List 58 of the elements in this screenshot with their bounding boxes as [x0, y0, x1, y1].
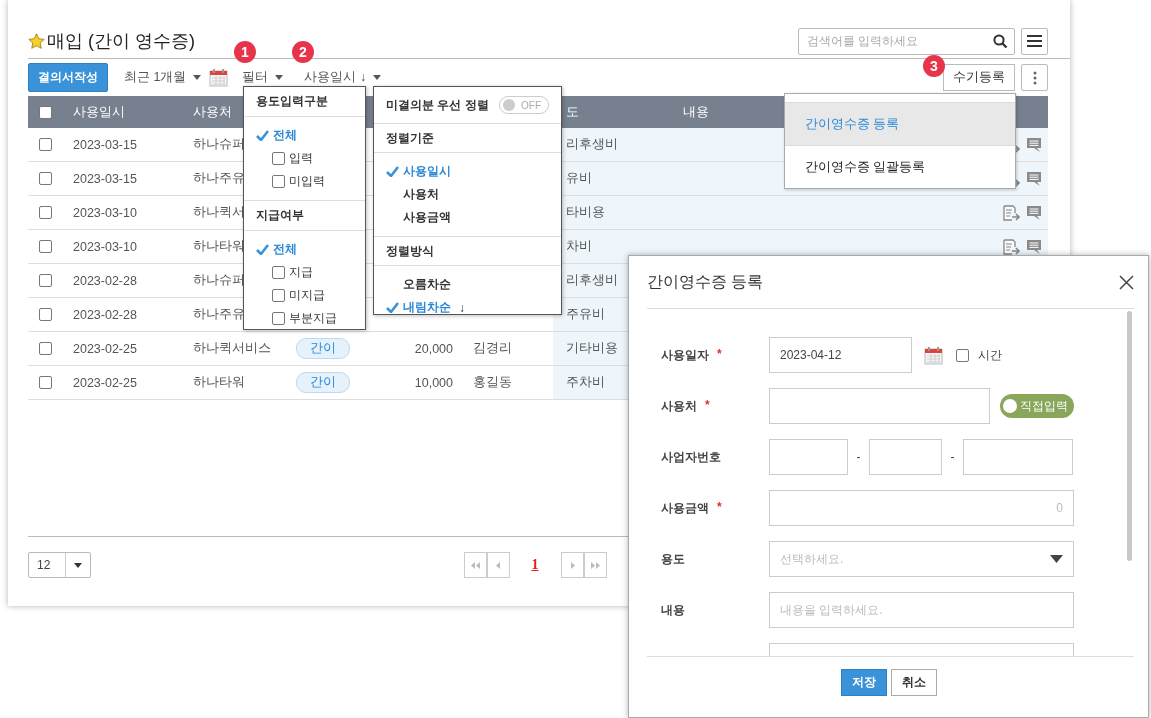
table-cell: 주유비 [566, 307, 605, 321]
table-cell: 하나타워 [193, 239, 245, 253]
required-mark: * [705, 397, 710, 414]
column-header: 도 [565, 103, 580, 121]
menu-heading: 정렬기준 [374, 124, 561, 153]
required-mark: * [717, 499, 722, 516]
column-header: 사용처 [192, 103, 233, 121]
table-cell-text: 2023-02-28 [72, 273, 138, 288]
table-cell: 하나퀵서 [193, 205, 245, 219]
column-header: 사용일시 [72, 103, 126, 121]
checkbox-label: 부분지급 [289, 310, 337, 327]
table-cell: 하나퀵서비스 [193, 341, 271, 355]
field-label: 사용일자 [661, 346, 709, 364]
table-cell: 리후생비 [566, 273, 618, 287]
table-cell: 김경리 [473, 341, 512, 355]
table-cell: 유비 [566, 171, 592, 185]
field-label: 사업자번호 [661, 448, 721, 466]
type-tag: 간이 [296, 338, 350, 359]
table-cell: 10,000 [414, 375, 453, 390]
column-header: 내용 [682, 103, 710, 121]
table-cell: 하나주유 [193, 307, 245, 321]
table-cell: 하나슈퍼 [193, 137, 245, 151]
table-cell: 기타비용 [566, 341, 618, 355]
field-label: 용도 [661, 550, 685, 568]
table-cell-text: 2023-03-10 [72, 239, 138, 254]
table-cell: 리후생비 [566, 137, 618, 151]
table-cell-text: 2023-02-25 [72, 341, 138, 356]
table-cell: 하나슈퍼 [193, 273, 245, 287]
table-cell: 차비 [566, 239, 592, 253]
separator: - [855, 450, 862, 464]
separator: - [949, 450, 956, 464]
table-cell-text: 2023-02-25 [72, 375, 138, 390]
table-cell-text: 2023-02-28 [72, 307, 138, 322]
table-cell: 20,000 [414, 341, 453, 356]
checkbox-label: 미입력 [289, 173, 325, 190]
menu-heading: 정렬방식 [374, 237, 561, 266]
checkbox-label: 지급 [289, 264, 313, 281]
checkbox-label: 입력 [289, 150, 313, 167]
table-cell: 주차비 [566, 375, 605, 389]
field-label: 사용금액 [661, 499, 709, 517]
dialog-title: 간이영수증 등록 [647, 271, 764, 292]
type-tag: 간이 [296, 372, 350, 393]
table-cell-text: 2023-03-15 [72, 137, 138, 152]
menu-heading: 미결의분 우선 정렬 [386, 96, 489, 114]
field-label: 사용처 [661, 397, 697, 415]
required-mark: * [717, 346, 722, 363]
menu-heading: 지급여부 [244, 201, 365, 231]
menu-heading: 용도입력구분 [244, 87, 365, 117]
table-cell-text: 2023-03-10 [72, 205, 138, 220]
table-cell-text: 2023-03-15 [72, 171, 138, 186]
table-cell: 타비용 [566, 205, 605, 219]
table-cell: 홍길동 [473, 375, 512, 389]
field-label: 내용 [661, 601, 685, 619]
page-title: 매입 (간이 영수증) [47, 30, 195, 53]
table-cell: 하나타워 [193, 375, 245, 389]
table-cell: 하나주유 [193, 171, 245, 185]
checkbox-label: 시간 [978, 346, 1002, 364]
checkbox-label: 미지급 [289, 287, 325, 304]
